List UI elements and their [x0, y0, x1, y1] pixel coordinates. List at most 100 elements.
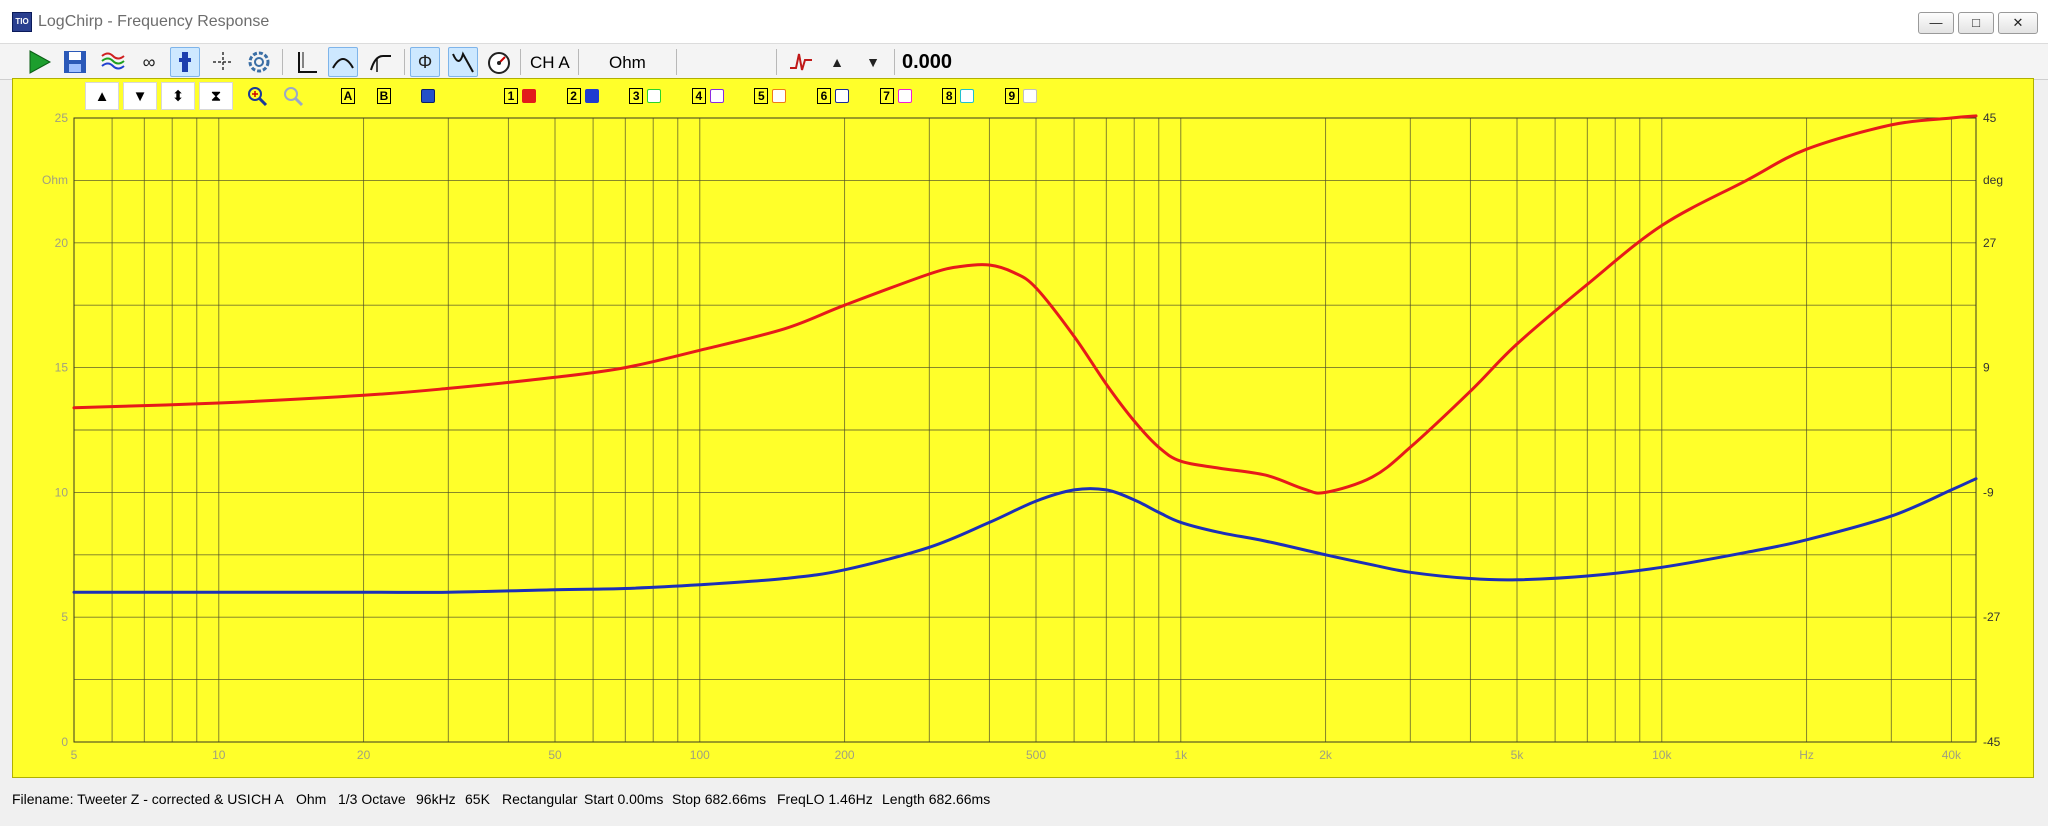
minimize-button[interactable]: — — [1918, 12, 1954, 34]
overlay-slot-swatch — [835, 89, 849, 104]
marker-a-button[interactable]: A — [338, 82, 358, 110]
x-unit-label: Hz — [1799, 748, 1814, 762]
axis-icon[interactable] — [292, 47, 322, 77]
waterfall-icon[interactable] — [98, 47, 128, 77]
status-window: Rectangular — [502, 791, 578, 807]
phase-curve — [72, 114, 1978, 495]
y-right-tick-label: 9 — [1983, 361, 1990, 375]
y-right-unit-label: deg — [1983, 173, 2003, 187]
overlay-slot-number: 4 — [691, 88, 706, 105]
overlay-slot-swatch — [897, 89, 912, 104]
save-icon[interactable] — [60, 47, 90, 77]
y-right-tick-label: -45 — [1983, 735, 2001, 749]
overlay-slot-number: 9 — [1004, 88, 1019, 105]
move-up-icon[interactable]: ▲ — [85, 82, 119, 110]
status-fft-size: 65K — [465, 791, 490, 807]
overlay-slot-swatch — [1022, 89, 1037, 104]
overlay-slot-number: 2 — [566, 88, 581, 105]
compress-vertical-icon[interactable]: ⧗ — [199, 82, 233, 110]
impedance-curve — [72, 477, 1978, 594]
toolbar-separator — [676, 49, 677, 75]
status-stop: Stop 682.66ms — [672, 791, 767, 807]
y-right-tick-label: 45 — [1983, 111, 1997, 125]
overlay-slot-number: 8 — [942, 88, 957, 105]
channel-label[interactable]: CH A — [530, 53, 570, 73]
value-readout: 0.000 — [902, 51, 953, 73]
overlay-slot-number: 1 — [504, 88, 518, 105]
status-freq-lo: FreqLO 1.46Hz — [777, 791, 873, 807]
y-left-tick-label: 10 — [55, 485, 69, 499]
overlay-slot-1[interactable]: 1 — [498, 82, 542, 110]
frequency-response-chart[interactable]: 5 10 20 50 100 200 500 1k 2k 5k 10k 40kHz0510152025… — [13, 79, 2033, 777]
status-bar: Filename: Tweeter Z - corrected & USI CH… — [0, 786, 2048, 812]
phase-icon[interactable] — [366, 47, 396, 77]
overlay-slot-swatch — [647, 89, 662, 104]
y-left-tick-label: 0 — [61, 735, 68, 749]
status-unit: Ohm — [296, 791, 327, 807]
zoom-out-icon[interactable] — [279, 82, 307, 110]
y-left-unit-label: Ohm — [42, 173, 68, 187]
toolbar-separator — [282, 49, 283, 75]
phase-toggle-icon[interactable]: Φ — [410, 47, 440, 77]
overlay-slot-swatch — [960, 89, 975, 104]
expand-vertical-icon[interactable]: ⬍ — [161, 82, 195, 110]
close-button[interactable]: ✕ — [1998, 12, 2038, 34]
y-left-tick-label: 20 — [55, 236, 69, 250]
probe-icon[interactable] — [170, 47, 200, 77]
cursor-cross-icon[interactable] — [208, 47, 238, 77]
overlay-slot-2[interactable]: 2 — [561, 82, 605, 110]
toolbar-separator — [894, 49, 895, 75]
triangle-down-icon[interactable]: ▼ — [858, 47, 888, 77]
play-icon[interactable] — [24, 47, 54, 77]
overlay-slot-swatch — [584, 89, 599, 104]
meter-icon[interactable] — [484, 47, 514, 77]
status-start: Start 0.00ms — [584, 791, 664, 807]
overlay-slot-4[interactable]: 4 — [686, 82, 730, 110]
status-channel: CH A — [251, 791, 284, 807]
y-right-tick-label: 27 — [1983, 236, 1997, 250]
x-tick-label: 40k — [1942, 748, 1962, 762]
maximize-button[interactable]: □ — [1958, 12, 1994, 34]
x-tick-label: 10k — [1652, 748, 1672, 762]
overlay-slot-5[interactable]: 5 — [748, 82, 792, 110]
y-left-tick-label: 15 — [55, 361, 69, 375]
overlay-check-icon[interactable] — [418, 82, 438, 110]
gear-icon[interactable] — [244, 47, 274, 77]
overlay-slot-8[interactable]: 8 — [936, 82, 980, 110]
overlay-slot-number: 6 — [817, 88, 831, 105]
x-tick-label: 1k — [1174, 748, 1188, 762]
peak-icon[interactable] — [786, 47, 816, 77]
loop-icon[interactable]: ∞ — [134, 47, 164, 77]
overlay-slot-7[interactable]: 7 — [874, 82, 918, 110]
x-tick-label: 20 — [357, 748, 371, 762]
y-right-tick-label: -9 — [1983, 485, 1994, 499]
zoom-in-icon[interactable] — [243, 82, 271, 110]
move-down-icon[interactable]: ▼ — [123, 82, 157, 110]
app-icon: TIO — [12, 12, 32, 32]
unit-label[interactable]: Ohm — [609, 53, 646, 73]
overlay-slot-3[interactable]: 3 — [623, 82, 667, 110]
toolbar-separator — [404, 49, 405, 75]
status-sample-rate: 96kHz — [416, 791, 456, 807]
marker-b-button[interactable]: B — [374, 82, 394, 110]
overlay-slot-swatch — [772, 89, 787, 104]
overlay-slot-number: 3 — [629, 88, 644, 105]
curve-icon[interactable] — [328, 47, 358, 77]
overlay-slot-number: 7 — [879, 88, 894, 105]
chart-toolbar: ▲ ▼ ⬍ ⧗ A B 1 2 3 4 5 6 7 8 9 — [85, 82, 1045, 112]
overlay-slot-6[interactable]: 6 — [811, 82, 855, 110]
y-right-tick-label: -27 — [1983, 610, 2001, 624]
status-length: Length 682.66ms — [882, 791, 991, 807]
x-tick-label: 200 — [835, 748, 855, 762]
slope-icon[interactable] — [448, 47, 478, 77]
x-tick-label: 10 — [212, 748, 226, 762]
overlay-slot-swatch — [522, 89, 536, 104]
window-title: LogChirp - Frequency Response — [38, 13, 270, 30]
main-toolbar: ∞ Φ CH A Ohm ▲ ▼ 0.000 — [0, 44, 2048, 80]
overlay-slot-swatch — [709, 89, 724, 104]
status-filename: Filename: Tweeter Z - corrected & USI — [12, 791, 251, 807]
y-left-tick-label: 25 — [55, 111, 69, 125]
x-tick-label: 100 — [690, 748, 710, 762]
overlay-slot-9[interactable]: 9 — [999, 82, 1043, 110]
triangle-up-icon[interactable]: ▲ — [822, 47, 852, 77]
